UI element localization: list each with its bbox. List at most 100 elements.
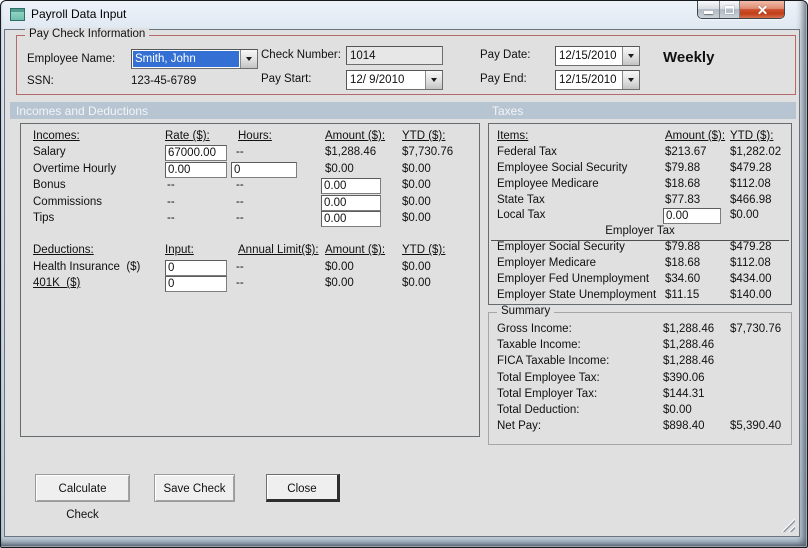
row-value: -- xyxy=(236,179,244,192)
row-value: $898.40 xyxy=(663,420,705,433)
paycheck-info-title: Pay Check Information xyxy=(25,28,150,40)
row-value: $466.98 xyxy=(730,193,772,206)
pay-date-dropdown-button[interactable] xyxy=(622,47,639,65)
local-tax-input[interactable] xyxy=(663,208,721,225)
row-label: Local Tax xyxy=(497,209,546,222)
row-value: $144.31 xyxy=(663,387,705,400)
health-insurance-input[interactable] xyxy=(165,259,227,276)
pay-date-picker[interactable]: 12/15/2010 xyxy=(555,46,640,66)
row-value: $77.83 xyxy=(665,193,701,206)
row-value: $34.60 xyxy=(665,273,701,286)
maximize-icon xyxy=(725,5,734,14)
incomes-section-header: Incomes and Deductions xyxy=(16,104,149,118)
row-value: $0.00 xyxy=(402,211,431,224)
row-value: -- xyxy=(167,195,175,208)
income-row-bonus: Bonus -- -- $0.00 xyxy=(21,178,479,195)
employee-name-dropdown-button[interactable] xyxy=(240,50,257,68)
summary-row-total-employer-tax: Total Employer Tax: $144.31 xyxy=(489,388,791,404)
close-button[interactable]: Close xyxy=(266,474,340,502)
pay-end-value: 12/15/2010 xyxy=(559,74,617,86)
row-value: $140.00 xyxy=(730,288,772,301)
bonus-amount-input[interactable] xyxy=(321,178,381,195)
check-number-label: Check Number: xyxy=(261,49,341,61)
row-value: -- xyxy=(236,195,244,208)
app-window: Payroll Data Input Pay Check Information… xyxy=(0,0,808,548)
save-check-button[interactable]: Save Check xyxy=(154,474,235,502)
ytd-col-header: YTD ($): xyxy=(402,244,446,257)
row-value: $18.68 xyxy=(665,177,701,190)
row-label: Employer Fed Unemployment xyxy=(497,273,650,286)
section-header-band: Incomes and Deductions Taxes xyxy=(10,102,796,119)
summary-row-net-pay: Net Pay: $898.40 $5,390.40 xyxy=(489,420,791,436)
row-value: $1,288.46 xyxy=(325,146,377,159)
chevron-down-icon xyxy=(628,78,634,82)
deductions-header-row: Deductions: Input: Annual Limit($): Amou… xyxy=(21,244,479,260)
row-label: Taxable Income: xyxy=(497,339,581,352)
401k-link[interactable]: 401K ($) xyxy=(33,277,80,289)
row-value: $0.00 xyxy=(663,403,692,416)
tax-row-local: Local Tax $0.00 xyxy=(489,208,791,225)
tax-row-federal: Federal Tax $213.67 $1,282.02 xyxy=(489,146,791,162)
salary-rate-input[interactable] xyxy=(165,145,227,162)
commissions-amount-input[interactable] xyxy=(321,194,381,211)
pay-start-picker[interactable]: 12/ 9/2010 xyxy=(346,70,443,90)
title-bar[interactable]: Payroll Data Input xyxy=(1,1,807,28)
app-icon xyxy=(10,8,25,21)
row-label: Total Employer Tax: xyxy=(497,387,598,400)
input-col-header: Input: xyxy=(165,244,194,257)
row-label: Employer State Unemployment xyxy=(497,288,657,301)
row-value: $0.00 xyxy=(325,260,354,273)
row-label: Total Deduction: xyxy=(497,403,580,416)
row-label: State Tax xyxy=(497,193,545,206)
pay-start-dropdown-button[interactable] xyxy=(425,71,442,89)
annual-limit-col-header: Annual Limit($): xyxy=(238,244,319,257)
overtime-rate-input[interactable] xyxy=(165,161,227,178)
row-label: Health Insurance ($) xyxy=(33,260,141,273)
row-label: Bonus xyxy=(33,179,66,192)
summary-title: Summary xyxy=(497,305,555,317)
close-icon xyxy=(757,4,768,15)
maximize-button[interactable] xyxy=(719,1,739,18)
tips-amount-input[interactable] xyxy=(321,210,381,227)
summary-group: Summary Gross Income: $1,288.46 $7,730.7… xyxy=(488,305,792,445)
overtime-hours-input[interactable] xyxy=(231,161,297,178)
row-value: $79.88 xyxy=(665,241,701,254)
client-area: Pay Check Information Employee Name: Smi… xyxy=(4,28,800,537)
row-value: -- xyxy=(236,260,244,273)
chevron-down-icon xyxy=(628,54,634,58)
row-value: $112.08 xyxy=(730,177,771,190)
row-value: -- xyxy=(167,211,175,224)
deduction-row-401k: 401K ($) -- $0.00 $0.00 xyxy=(21,276,479,293)
401k-input[interactable] xyxy=(165,276,227,293)
check-number-field[interactable] xyxy=(346,46,443,65)
incomes-deductions-panel: Incomes: Rate ($): Hours: Amount ($): YT… xyxy=(20,123,480,437)
row-value: $5,390.40 xyxy=(730,420,782,433)
close-window-button[interactable] xyxy=(739,1,784,18)
row-value: $112.08 xyxy=(730,257,771,270)
row-value: $434.00 xyxy=(730,273,772,286)
ssn-label: SSN: xyxy=(27,75,54,87)
row-value: $1,288.46 xyxy=(663,339,715,352)
row-value: $1,288.46 xyxy=(663,355,715,368)
row-value: $0.00 xyxy=(402,260,431,273)
row-label: Gross Income: xyxy=(497,323,572,335)
row-label: Overtime Hourly xyxy=(33,162,117,175)
summary-row-fica-taxable: FICA Taxable Income: $1,288.46 xyxy=(489,355,791,371)
deductions-col-header: Deductions: xyxy=(33,244,94,257)
calculate-check-button[interactable]: Calculate Check xyxy=(35,474,130,521)
caption-button-group xyxy=(697,1,785,19)
pay-end-dropdown-button[interactable] xyxy=(622,71,639,89)
row-value: $0.00 xyxy=(402,195,431,208)
chevron-down-icon xyxy=(246,57,252,61)
pay-end-picker[interactable]: 12/15/2010 xyxy=(555,70,640,90)
chevron-down-icon xyxy=(431,78,437,82)
row-value: $0.00 xyxy=(402,277,431,290)
resize-grip[interactable] xyxy=(781,518,795,532)
tax-row-employer-fed-unemployment: Employer Fed Unemployment $34.60 $434.00 xyxy=(489,273,791,289)
taxes-header-row: Items: Amount ($): YTD ($): xyxy=(489,130,791,146)
minimize-button[interactable] xyxy=(698,1,719,18)
employee-name-select[interactable]: Smith, John xyxy=(131,49,258,69)
employee-name-value: Smith, John xyxy=(133,51,239,67)
pay-date-value: 12/15/2010 xyxy=(559,50,617,62)
